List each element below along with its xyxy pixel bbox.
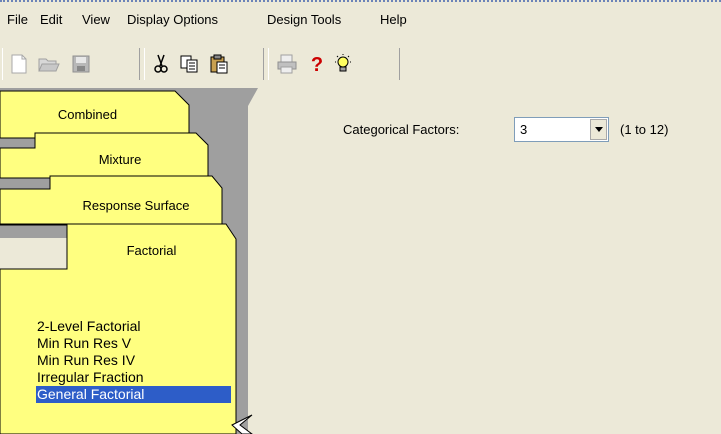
design-type-panel: Combined Mixture Response Surface Factor… <box>0 88 258 434</box>
menu-design-tools[interactable]: Design Tools <box>267 12 341 27</box>
application-window: File Edit View Display Options Design To… <box>0 0 721 434</box>
tab-response-surface-label: Response Surface <box>82 198 190 213</box>
categorical-factors-label: Categorical Factors: <box>343 122 460 137</box>
design-min-run-res-iv[interactable]: Min Run Res IV <box>36 352 231 369</box>
copy-icon[interactable] <box>177 52 201 76</box>
new-document-icon[interactable] <box>7 52 31 76</box>
save-icon[interactable] <box>69 52 93 76</box>
menu-view[interactable]: View <box>82 12 110 27</box>
categorical-factors-select[interactable]: 3 <box>514 117 609 142</box>
toolbar-file-group <box>2 48 140 80</box>
menu-help[interactable]: Help <box>380 12 407 27</box>
help-icon[interactable]: ? <box>305 52 329 76</box>
dropdown-button[interactable] <box>590 119 607 140</box>
open-folder-icon[interactable] <box>37 52 61 76</box>
print-icon[interactable] <box>275 52 299 76</box>
toolbar-help-group: ? <box>268 48 400 80</box>
toolbar: ? <box>0 36 721 88</box>
tab-factorial-label: Factorial <box>126 243 177 258</box>
menu-edit[interactable]: Edit <box>40 12 62 27</box>
design-irregular-fraction[interactable]: Irregular Fraction <box>36 369 231 386</box>
categorical-factors-range: (1 to 12) <box>620 122 669 137</box>
toolbar-clipboard-group <box>144 48 264 80</box>
chevron-down-icon <box>594 127 603 132</box>
categorical-factors-value: 3 <box>520 122 528 137</box>
design-general-factorial[interactable]: General Factorial <box>36 386 231 403</box>
factorial-design-list: 2-Level Factorial Min Run Res V Min Run … <box>36 318 231 403</box>
paste-icon[interactable] <box>207 52 231 76</box>
svg-text:?: ? <box>311 54 323 75</box>
menu-display-options[interactable]: Display Options <box>127 12 218 27</box>
tab-mixture-label: Mixture <box>98 152 142 167</box>
design-2-level-factorial[interactable]: 2-Level Factorial <box>36 318 231 335</box>
menu-file[interactable]: File <box>7 12 28 27</box>
cut-icon[interactable] <box>149 52 173 76</box>
tab-combined-label: Combined <box>57 107 118 122</box>
menu-bar: File Edit View Display Options Design To… <box>0 0 721 36</box>
design-min-run-res-v[interactable]: Min Run Res V <box>36 335 231 352</box>
tip-icon[interactable] <box>331 52 355 76</box>
